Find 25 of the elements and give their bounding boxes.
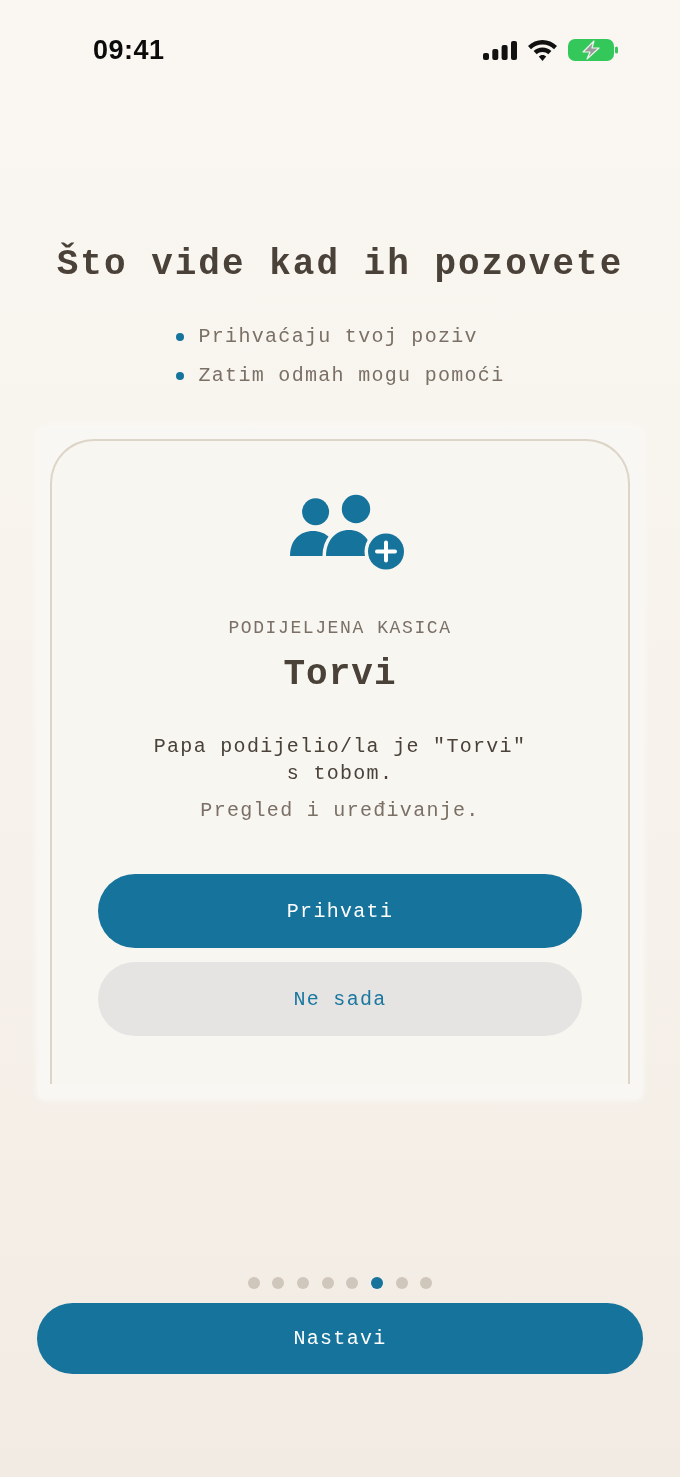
bullet-text: Prihvaćaju tvoj poziv [198, 323, 478, 350]
page-dot-icon[interactable] [420, 1277, 433, 1289]
page-dot-icon[interactable] [296, 1277, 309, 1289]
signal-icon [483, 40, 517, 60]
continue-button[interactable]: Nastavi [37, 1303, 643, 1374]
page-title: Što vide kad ih pozovete [56, 243, 624, 287]
page-dot-icon[interactable] [321, 1277, 334, 1289]
card-eyebrow: PODIJELJENA KASICA [228, 617, 452, 640]
bullet-dot-icon [175, 371, 184, 380]
bullet-text: Zatim odmah mogu pomoći [198, 362, 505, 389]
card-title: Torvi [283, 653, 397, 697]
status-time: 09:41 [93, 34, 165, 67]
page-dot-icon[interactable] [346, 1277, 359, 1289]
wifi-icon [528, 39, 557, 61]
battery-charging-icon [568, 39, 618, 61]
page-dot-icon[interactable] [371, 1277, 384, 1289]
accept-button[interactable]: Prihvati [98, 874, 582, 948]
card-message: Papa podijelio/la je "Torvi" s tobom. [152, 734, 528, 787]
page-dot-icon[interactable] [272, 1277, 285, 1289]
card-note: Pregled i uređivanje. [200, 798, 480, 824]
people-plus-icon [288, 494, 404, 570]
page-dot-icon[interactable] [395, 1277, 408, 1289]
page-dot-icon[interactable] [247, 1277, 260, 1289]
decline-button[interactable]: Ne sada [98, 962, 582, 1036]
bullet-dot-icon [175, 332, 184, 341]
